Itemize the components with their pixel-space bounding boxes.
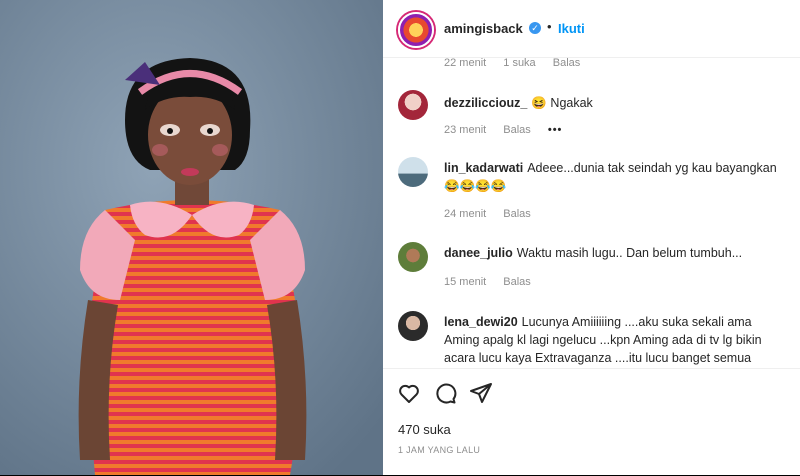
comment-time: 23 menit: [444, 124, 487, 136]
instagram-post-modal: amingisback ✓ • Ikuti 22 menit 1 suka Ba…: [0, 0, 800, 475]
comment-meta: 15 menit Balas: [444, 276, 545, 288]
comments-list[interactable]: 22 menit 1 suka Balas dezzilicciouz_ 😆 Ng…: [383, 57, 800, 368]
post-photo[interactable]: [0, 0, 383, 475]
reply-button[interactable]: Balas: [553, 57, 581, 69]
comment-time: 24 menit: [444, 208, 487, 220]
commenter-avatar[interactable]: [398, 311, 428, 341]
comment-emoji: 😆: [531, 96, 547, 110]
post-side-panel: amingisback ✓ • Ikuti 22 menit 1 suka Ba…: [383, 0, 800, 475]
post-header: amingisback ✓ • Ikuti: [383, 0, 800, 58]
comment-meta: 23 menit Balas •••: [444, 124, 576, 136]
comment-meta: 24 menit Balas: [444, 208, 545, 220]
previous-comment-meta: 22 menit 1 suka Balas: [444, 57, 594, 69]
more-options-icon[interactable]: •••: [548, 124, 563, 136]
commenter-username[interactable]: danee_julio: [444, 246, 513, 260]
commenter-avatar[interactable]: [398, 90, 428, 120]
post-actions-bar: 470 suka 1 JAM YANG LALU: [383, 368, 800, 476]
post-photo-illustration: [0, 0, 383, 475]
comment-body: lena_dewi20 Lucunya Amiiiiiing ....aku su…: [444, 313, 789, 368]
commenter-avatar[interactable]: [398, 242, 428, 272]
commenter-username[interactable]: lin_kadarwati: [444, 161, 523, 175]
comment-text: Ngakak: [550, 96, 593, 110]
post-timestamp: 1 JAM YANG LALU: [398, 445, 481, 455]
author-avatar[interactable]: [398, 12, 434, 48]
comment-time: 15 menit: [444, 276, 487, 288]
comment-likes[interactable]: 1 suka: [503, 57, 535, 69]
commenter-avatar[interactable]: [398, 157, 428, 187]
comment-time: 22 menit: [444, 57, 487, 69]
send-icon[interactable]: [469, 381, 493, 405]
reply-button[interactable]: Balas: [503, 124, 531, 136]
heart-icon[interactable]: [397, 381, 421, 405]
likes-count[interactable]: 470 suka: [398, 422, 451, 437]
comment-body: dezzilicciouz_ 😆 Ngakak: [444, 94, 789, 112]
commenter-username[interactable]: lena_dewi20: [444, 315, 518, 329]
separator-dot: •: [547, 19, 552, 34]
comment-icon[interactable]: [433, 381, 457, 405]
comment-text: Waktu masih lugu.. Dan belum tumbuh...: [516, 246, 743, 260]
author-username[interactable]: amingisback: [444, 21, 523, 36]
verified-badge-icon: ✓: [529, 22, 541, 34]
comment-body: lin_kadarwati Adeee...dunia tak seindah y…: [444, 159, 789, 195]
follow-button[interactable]: Ikuti: [558, 21, 585, 36]
commenter-username[interactable]: dezzilicciouz_: [444, 96, 527, 110]
comment-body: danee_julio Waktu masih lugu.. Dan belum …: [444, 244, 789, 262]
reply-button[interactable]: Balas: [503, 276, 531, 288]
reply-button[interactable]: Balas: [503, 208, 531, 220]
